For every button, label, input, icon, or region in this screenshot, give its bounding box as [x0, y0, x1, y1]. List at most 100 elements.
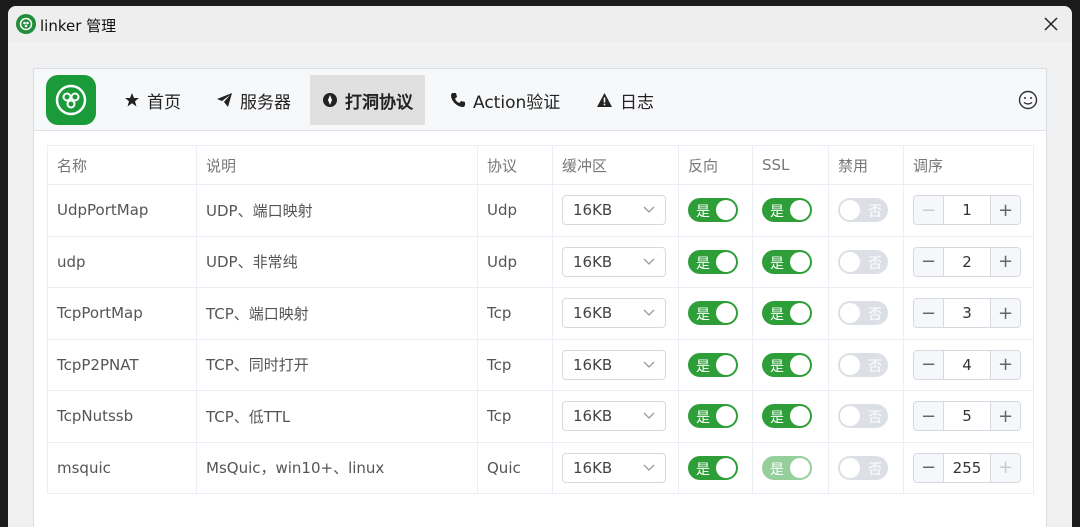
reverse-toggle[interactable]: 是 — [688, 301, 738, 326]
buffer-select[interactable]: 16KB — [562, 298, 666, 329]
disabled-toggle[interactable]: 否 — [838, 404, 888, 429]
protocol-name: udp — [57, 252, 86, 271]
reverse-toggle[interactable]: 是 — [688, 404, 738, 429]
cell-name: udp — [47, 235, 197, 288]
ssl-toggle[interactable]: 是 — [762, 352, 812, 377]
order-value[interactable]: 5 — [944, 402, 990, 430]
reverse-toggle[interactable]: 是 — [688, 249, 738, 274]
increment-button[interactable]: + — [990, 453, 1020, 482]
nav-action-verify[interactable]: Action验证 — [438, 75, 572, 125]
order-stepper[interactable]: − 4 + — [913, 349, 1021, 380]
disabled-toggle-label: 否 — [868, 358, 882, 375]
ssl-toggle[interactable]: 是 — [762, 249, 812, 274]
buffer-value: 16KB — [573, 458, 613, 477]
increment-button[interactable]: + — [990, 247, 1020, 276]
nav-action-label: Action验证 — [473, 92, 561, 113]
ssl-toggle[interactable]: 是 — [762, 404, 812, 429]
cell-name: msquic — [47, 441, 197, 494]
buffer-select[interactable]: 16KB — [562, 246, 666, 277]
cell-reverse: 是 — [678, 390, 753, 443]
protocol-desc: MsQuic，win10+、linux — [206, 459, 385, 478]
decrement-button[interactable]: − — [914, 350, 944, 379]
close-button[interactable] — [1036, 10, 1066, 38]
col-header-name: 名称 — [47, 145, 197, 185]
reverse-toggle[interactable]: 是 — [688, 198, 738, 223]
cell-protocol: Quic — [477, 441, 553, 494]
app-logo — [46, 75, 96, 125]
toggle-knob — [790, 200, 810, 221]
cell-buffer: 16KB — [552, 184, 679, 237]
cell-desc: MsQuic，win10+、linux — [196, 441, 478, 494]
disabled-toggle-label: 否 — [868, 410, 882, 427]
ssl-toggle-label: 是 — [770, 307, 784, 324]
toggle-knob — [790, 406, 810, 427]
cell-name: UdpPortMap — [47, 184, 197, 237]
order-value[interactable]: 4 — [944, 351, 990, 379]
protocol-table: 名称 说明 协议 缓冲区 反向 SSL 禁用 调序 UdpPortMap UDP… — [47, 145, 1034, 494]
ssl-toggle-label: 是 — [770, 204, 784, 221]
buffer-select[interactable]: 16KB — [562, 401, 666, 432]
cell-desc: UDP、非常纯 — [196, 235, 478, 288]
reverse-toggle[interactable]: 是 — [688, 352, 738, 377]
ssl-toggle[interactable]: 是 — [762, 198, 812, 223]
protocol-type: Quic — [487, 458, 521, 477]
order-stepper[interactable]: − 3 + — [913, 298, 1021, 329]
cell-disabled: 否 — [828, 338, 904, 391]
reverse-toggle[interactable]: 是 — [688, 455, 738, 480]
toggle-knob — [716, 457, 736, 478]
cell-protocol: Tcp — [477, 287, 553, 340]
decrement-button[interactable]: − — [914, 402, 944, 431]
cell-reverse: 是 — [678, 287, 753, 340]
order-stepper[interactable]: − 2 + — [913, 246, 1021, 277]
nav-hole-punch-protocol[interactable]: 打洞协议 — [310, 75, 425, 125]
ssl-toggle[interactable]: 是 — [762, 455, 812, 480]
cell-name: TcpNutssb — [47, 390, 197, 443]
buffer-select[interactable]: 16KB — [562, 452, 666, 483]
chevron-down-icon — [643, 206, 655, 214]
cell-ssl: 是 — [752, 184, 829, 237]
disabled-toggle[interactable]: 否 — [838, 249, 888, 274]
disabled-toggle[interactable]: 否 — [838, 352, 888, 377]
order-value[interactable]: 2 — [944, 248, 990, 276]
decrement-button[interactable]: − — [914, 453, 944, 482]
increment-button[interactable]: + — [990, 350, 1020, 379]
order-stepper[interactable]: − 1 + — [913, 195, 1021, 226]
nav-servers[interactable]: 服务器 — [204, 75, 303, 125]
cell-protocol: Udp — [477, 235, 553, 288]
reverse-toggle-label: 是 — [696, 307, 710, 324]
increment-button[interactable]: + — [990, 299, 1020, 328]
order-stepper[interactable]: − 5 + — [913, 401, 1021, 432]
top-nav: 首页 服务器 打洞协议 Action验证 日志 — [34, 69, 1046, 131]
nav-logs[interactable]: 日志 — [584, 75, 666, 125]
protocol-desc: TCP、同时打开 — [206, 356, 309, 375]
order-stepper[interactable]: − 255 + — [913, 452, 1021, 483]
table-header-row: 名称 说明 协议 缓冲区 反向 SSL 禁用 调序 — [47, 145, 1034, 185]
buffer-value: 16KB — [573, 304, 613, 323]
ssl-toggle[interactable]: 是 — [762, 301, 812, 326]
decrement-button[interactable]: − — [914, 196, 944, 225]
buffer-select[interactable]: 16KB — [562, 195, 666, 226]
order-value[interactable]: 1 — [944, 196, 990, 224]
protocol-desc: TCP、端口映射 — [206, 304, 309, 323]
user-face-icon[interactable] — [1018, 90, 1038, 110]
decrement-button[interactable]: − — [914, 299, 944, 328]
buffer-select[interactable]: 16KB — [562, 349, 666, 380]
cell-name: TcpP2PNAT — [47, 338, 197, 391]
disabled-toggle[interactable]: 否 — [838, 198, 888, 223]
disabled-toggle[interactable]: 否 — [838, 455, 888, 480]
order-value[interactable]: 3 — [944, 299, 990, 327]
increment-button[interactable]: + — [990, 402, 1020, 431]
toggle-knob — [790, 303, 810, 324]
order-value[interactable]: 255 — [944, 454, 990, 482]
cell-protocol: Tcp — [477, 390, 553, 443]
protocol-type: Udp — [487, 252, 518, 271]
increment-button[interactable]: + — [990, 196, 1020, 225]
disabled-toggle[interactable]: 否 — [838, 301, 888, 326]
decrement-button[interactable]: − — [914, 247, 944, 276]
cell-disabled: 否 — [828, 441, 904, 494]
ssl-toggle-label: 是 — [770, 358, 784, 375]
cell-order: − 3 + — [903, 287, 1034, 340]
disabled-toggle-label: 否 — [868, 307, 882, 324]
nav-home[interactable]: 首页 — [112, 75, 193, 125]
cell-buffer: 16KB — [552, 390, 679, 443]
